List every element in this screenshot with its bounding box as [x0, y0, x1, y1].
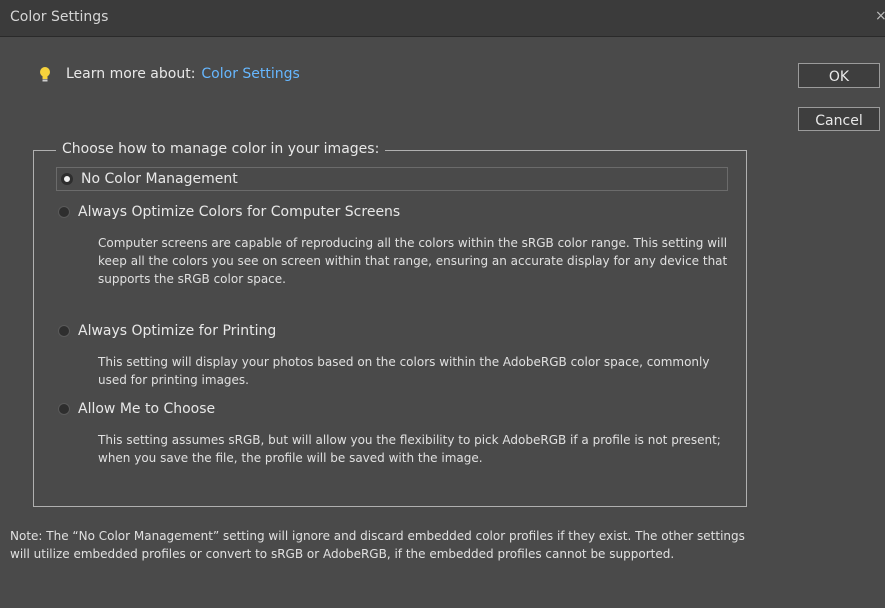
option-optimize-screens[interactable]: Always Optimize Colors for Computer Scre… [58, 200, 400, 224]
radio-icon[interactable] [58, 403, 70, 415]
option-label: Allow Me to Choose [78, 401, 216, 417]
learn-more: Learn more about: Color Settings [66, 66, 300, 82]
radio-icon[interactable] [58, 325, 70, 337]
option-description: Computer screens are capable of reproduc… [98, 236, 728, 286]
ok-button[interactable]: OK [798, 63, 880, 88]
lightbulb-icon [40, 67, 50, 82]
learn-more-prefix: Learn more about: [66, 66, 196, 82]
option-description: This setting assumes sRGB, but will allo… [98, 433, 721, 465]
close-icon[interactable]: × [875, 8, 885, 24]
option-label: Always Optimize for Printing [78, 323, 277, 339]
title-bar: Color Settings × [0, 0, 885, 37]
option-optimize-printing[interactable]: Always Optimize for Printing [58, 319, 276, 343]
group-legend: Choose how to manage color in your image… [56, 141, 386, 157]
radio-selected-icon[interactable] [61, 173, 73, 185]
note-text: Note: The “No Color Management” setting … [10, 529, 745, 561]
color-settings-link[interactable]: Color Settings [201, 66, 299, 82]
option-allow-choose[interactable]: Allow Me to Choose [58, 397, 215, 421]
window-title: Color Settings [10, 9, 109, 25]
option-label: Always Optimize Colors for Computer Scre… [78, 204, 401, 220]
cancel-button[interactable]: Cancel [798, 107, 880, 131]
option-no-color-management[interactable]: No Color Management [56, 167, 728, 191]
option-label: No Color Management [81, 171, 238, 187]
radio-icon[interactable] [58, 206, 70, 218]
option-description: This setting will display your photos ba… [98, 355, 710, 387]
